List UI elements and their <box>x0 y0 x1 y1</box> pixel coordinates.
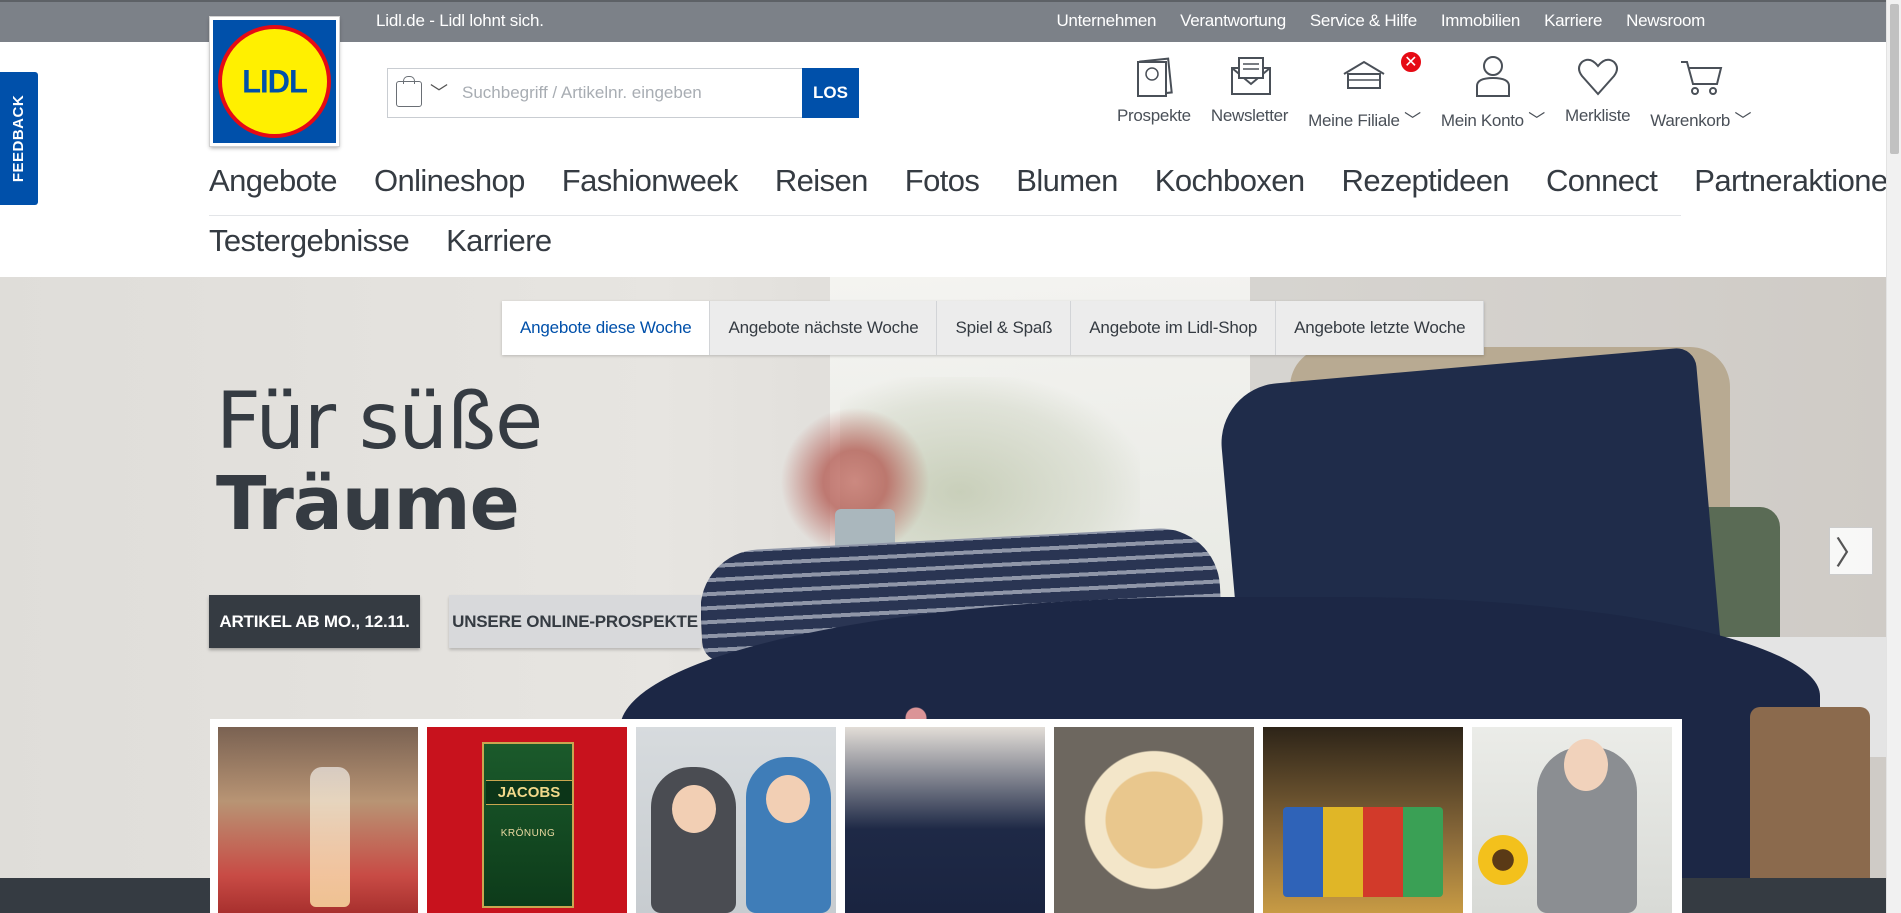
top-link-newsroom[interactable]: Newsroom <box>1626 11 1705 31</box>
newsletter-action[interactable]: Newsletter <box>1211 52 1288 131</box>
top-link-unternehmen[interactable]: Unternehmen <box>1056 11 1156 31</box>
thumb-toys[interactable] <box>1263 727 1463 913</box>
toy-blocks-image <box>1283 807 1443 897</box>
warenkorb-label: Warenkorb ﹀ <box>1650 106 1751 131</box>
nav-kochboxen[interactable]: Kochboxen <box>1155 158 1305 215</box>
search-button[interactable]: LOS <box>802 68 859 118</box>
search-bar: ﹀ LOS <box>387 68 859 118</box>
nav-angebote[interactable]: Angebote <box>209 158 338 215</box>
hero-headline-line2: Träume <box>216 461 520 547</box>
nav-rezeptideen[interactable]: Rezeptideen <box>1342 158 1510 215</box>
page-scrollbar[interactable] <box>1886 0 1901 913</box>
filiale-text: Meine Filiale <box>1308 111 1400 130</box>
feedback-tab[interactable]: FEEDBACK <box>0 72 38 205</box>
sunflower-image <box>1478 835 1528 885</box>
thumb-drinks[interactable] <box>218 727 418 913</box>
merkliste-label: Merkliste <box>1564 106 1631 125</box>
store-icon <box>1343 60 1385 89</box>
envelope-icon <box>1230 57 1271 95</box>
logo-text: LIDL <box>242 62 308 100</box>
kroenung-text: KRÖNUNG <box>500 828 556 839</box>
warenkorb-text: Warenkorb <box>1650 111 1731 130</box>
thumb-woman-fashion[interactable] <box>1472 727 1672 913</box>
hero-side-table-image <box>1750 707 1870 907</box>
chevron-down-icon[interactable]: ﹀ <box>430 79 448 105</box>
nav-reisen[interactable]: Reisen <box>775 158 869 215</box>
nav-testergebnisse[interactable]: Testergebnisse <box>209 218 410 264</box>
close-badge-icon[interactable]: ✕ <box>1398 50 1423 74</box>
nav-fotos[interactable]: Fotos <box>905 158 980 215</box>
logo-circle: LIDL <box>218 25 331 138</box>
carousel-next-arrow-icon[interactable]: 〉 <box>1829 527 1873 575</box>
meine-filiale-label: Meine Filiale ﹀ <box>1308 106 1421 131</box>
tab-angebote-diese-woche[interactable]: Angebote diese Woche <box>502 301 711 355</box>
secondary-navigation: Testergebnisse Karriere <box>209 218 589 264</box>
chevron-down-icon: ﹀ <box>1528 111 1545 130</box>
tab-angebote-letzte-woche[interactable]: Angebote letzte Woche <box>1276 301 1485 355</box>
thumb-fish-dish[interactable] <box>1054 727 1254 913</box>
teaser-thumbnails: JACOBS KRÖNUNG <box>210 719 1682 913</box>
chevron-down-icon: ﹀ <box>1404 111 1421 130</box>
prospekte-action[interactable]: Prospekte <box>1117 52 1191 131</box>
lidl-logo[interactable]: LIDL <box>209 16 340 147</box>
meine-filiale-action[interactable]: ✕ Meine Filiale ﹀ <box>1308 50 1423 131</box>
search-input[interactable] <box>462 79 782 107</box>
nav-fashionweek[interactable]: Fashionweek <box>562 158 739 215</box>
tab-lidl-shop[interactable]: Angebote im Lidl-Shop <box>1071 301 1277 355</box>
child-face-image <box>672 785 716 833</box>
offer-tabs: Angebote diese Woche Angebote nächste Wo… <box>502 301 1485 355</box>
child-face-image <box>766 775 810 823</box>
feedback-label: FEEDBACK <box>10 94 28 183</box>
nav-blumen[interactable]: Blumen <box>1016 158 1118 215</box>
scrollbar-thumb[interactable] <box>1890 4 1899 154</box>
warenkorb-action[interactable]: Warenkorb ﹀ <box>1650 52 1752 131</box>
nav-connect[interactable]: Connect <box>1546 158 1658 215</box>
thumb-jacobs-coffee[interactable]: JACOBS KRÖNUNG <box>427 727 627 913</box>
top-link-karriere[interactable]: Karriere <box>1544 11 1602 31</box>
coffee-pack-image: JACOBS KRÖNUNG <box>482 742 574 908</box>
top-link-service[interactable]: Service & Hilfe <box>1310 11 1417 31</box>
carafe-image <box>310 767 350 907</box>
artikel-ab-button[interactable]: ARTIKEL AB MO., 12.11. <box>209 595 420 648</box>
header-actions: Prospekte Newsletter ✕ Meine Filiale ﹀ M… <box>1117 50 1771 131</box>
thumb-kids-clothing[interactable] <box>636 727 836 913</box>
newsletter-label: Newsletter <box>1210 106 1289 125</box>
top-links: Unternehmen Verantwortung Service & Hilf… <box>1032 11 1705 31</box>
main-navigation: Angebote Onlineshop Fashionweek Reisen F… <box>209 158 1901 216</box>
tab-angebote-naechste-woche[interactable]: Angebote nächste Woche <box>710 301 938 355</box>
thumb-bedding[interactable] <box>845 727 1045 913</box>
mein-konto-action[interactable]: Mein Konto ﹀ <box>1441 52 1545 131</box>
hero-banner: Angebote diese Woche Angebote nächste Wo… <box>0 277 1886 913</box>
nav-partneraktionen[interactable]: Partneraktionen <box>1694 158 1901 215</box>
heart-icon <box>1577 58 1618 96</box>
user-icon <box>1475 56 1510 97</box>
nav-onlineshop[interactable]: Onlineshop <box>374 158 525 215</box>
nav-karriere[interactable]: Karriere <box>446 218 552 264</box>
shopping-bag-icon[interactable] <box>396 76 422 107</box>
online-prospekte-button[interactable]: UNSERE ONLINE-PROSPEKTE <box>449 595 701 648</box>
top-link-verantwortung[interactable]: Verantwortung <box>1180 11 1286 31</box>
top-link-immobilien[interactable]: Immobilien <box>1441 11 1521 31</box>
brochure-icon <box>1136 57 1173 97</box>
hero-headline-line1: Für süße <box>216 377 543 467</box>
jacobs-brand-text: JACOBS <box>486 780 572 805</box>
merkliste-action[interactable]: Merkliste <box>1564 52 1631 131</box>
mein-konto-label: Mein Konto ﹀ <box>1441 106 1545 131</box>
tab-spiel-spass[interactable]: Spiel & Spaß <box>937 301 1072 355</box>
tagline: Lidl.de - Lidl lohnt sich. <box>376 11 544 30</box>
prospekte-label: Prospekte <box>1117 106 1191 125</box>
cart-icon <box>1680 61 1723 95</box>
chevron-down-icon: ﹀ <box>1734 111 1752 130</box>
site-header: LIDL ﹀ LOS Prospekte Newsletter <box>0 16 1901 277</box>
woman-head-image <box>1564 739 1608 791</box>
konto-text: Mein Konto <box>1440 111 1524 130</box>
